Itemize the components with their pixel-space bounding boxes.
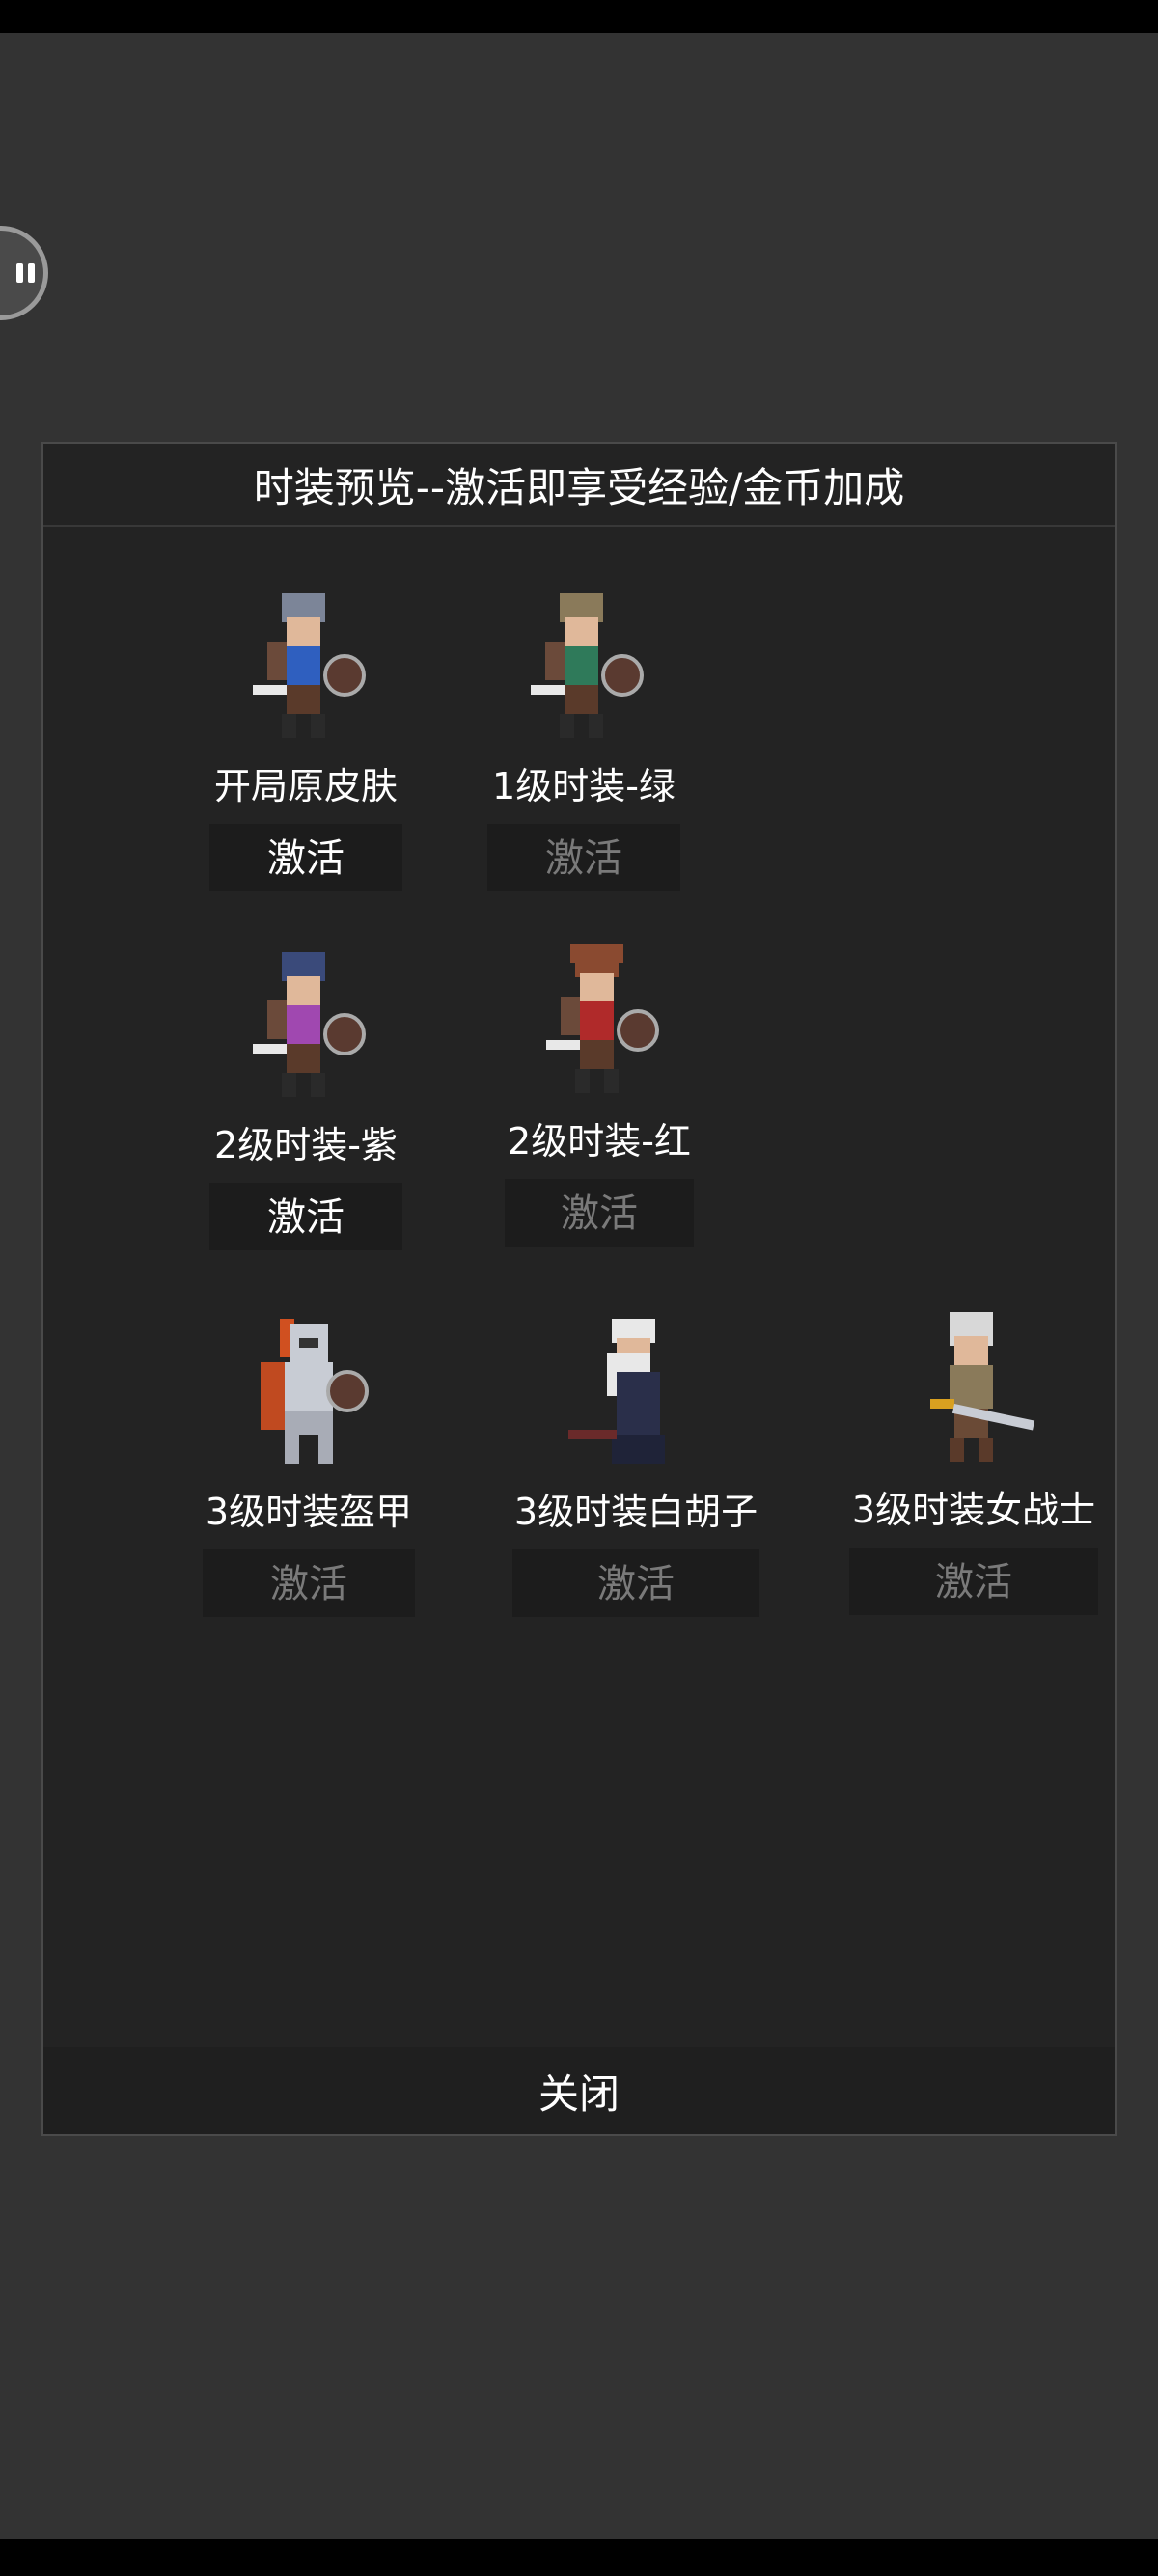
activate-button[interactable]: 激活 [505,1179,694,1247]
activate-button[interactable]: 激活 [487,824,680,891]
skin-card-green: 1级时装-绿 激活 [458,579,709,891]
skin-card-purple: 2级时装-紫 激活 [180,938,431,1250]
character-sprite [887,1302,1061,1476]
skin-preview-dialog: 时装预览--激活即享受经验/金币加成 开局原皮肤 激活 1级时装-绿 激活 2级… [41,442,1117,2136]
skin-name: 2级时装-红 [508,1120,691,1163]
character-sprite [222,1304,396,1478]
dialog-title: 时装预览--激活即享受经验/金币加成 [43,444,1115,527]
skin-card-white-beard: 3级时装白胡子 激活 [510,1304,761,1617]
character-sprite [512,934,686,1108]
skin-name: 3级时装女战士 [851,1489,1096,1531]
character-sprite [497,579,671,753]
activate-button[interactable]: 激活 [209,1183,402,1250]
activate-button[interactable]: 激活 [849,1548,1098,1615]
skin-card-original: 开局原皮肤 激活 [180,579,431,891]
close-button[interactable]: 关闭 [43,2047,1115,2134]
skin-card-female-warrior: 3级时装女战士 激活 [848,1302,1099,1615]
skin-name: 3级时装盔甲 [205,1491,413,1533]
activate-button[interactable]: 激活 [203,1549,415,1617]
character-sprite [549,1304,723,1478]
pause-icon-bar [28,263,35,283]
skin-card-armor: 3级时装盔甲 激活 [183,1304,434,1617]
pause-icon [16,263,23,283]
skin-card-red: 2级时装-红 激活 [474,934,725,1247]
skin-name: 开局原皮肤 [213,765,398,808]
skin-name: 1级时装-绿 [492,765,676,808]
pause-button[interactable] [0,226,48,320]
skin-name: 2级时装-紫 [214,1124,398,1166]
character-sprite [219,938,393,1111]
character-sprite [219,579,393,753]
activate-button[interactable]: 激活 [512,1549,759,1617]
activate-button[interactable]: 激活 [209,824,402,891]
skin-name: 3级时装白胡子 [513,1491,758,1533]
